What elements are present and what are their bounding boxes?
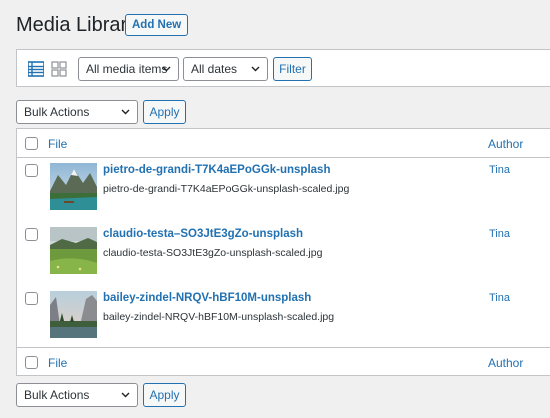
row-checkbox[interactable] xyxy=(25,164,38,177)
chevron-down-icon xyxy=(251,66,260,72)
dates-select[interactable]: All dates xyxy=(183,57,268,81)
dates-value: All dates xyxy=(191,62,238,76)
table-row: pietro-de-grandi-T7K4aEPoGGk-unsplash pi… xyxy=(17,129,550,210)
table-row: claudio-testa–SO3JtE3gZo-unsplash claudi… xyxy=(17,193,550,274)
chevron-down-icon xyxy=(121,392,130,398)
media-title-link[interactable]: claudio-testa–SO3JtE3gZo-unsplash xyxy=(103,228,303,240)
media-type-select[interactable]: All media items xyxy=(78,57,179,81)
author-link[interactable]: Tina xyxy=(489,164,510,176)
filter-button[interactable]: Filter xyxy=(273,57,312,81)
bulk-actions-select-bottom[interactable]: Bulk Actions xyxy=(16,383,138,407)
thumbnail-image[interactable] xyxy=(50,291,97,338)
apply-button-bottom[interactable]: Apply xyxy=(143,383,186,407)
apply-button-top[interactable]: Apply xyxy=(143,100,186,124)
media-type-value: All media items xyxy=(86,62,168,76)
table-row: bailey-zindel-NRQV-hBF10M-unsplash baile… xyxy=(17,257,550,338)
column-file[interactable]: File xyxy=(48,356,67,370)
bulk-actions-value: Bulk Actions xyxy=(24,105,90,119)
row-checkbox[interactable] xyxy=(25,292,38,305)
bulk-actions-value: Bulk Actions xyxy=(24,388,90,402)
media-filter-bar: All media items All dates Filter xyxy=(16,49,550,87)
media-title-link[interactable]: bailey-zindel-NRQV-hBF10M-unsplash xyxy=(103,292,311,304)
media-table: File Author pietro-de-grandi-T7K4aEPoGGk… xyxy=(16,128,550,376)
list-view-icon[interactable] xyxy=(28,61,44,77)
author-link[interactable]: Tina xyxy=(489,228,510,240)
column-author[interactable]: Author xyxy=(488,356,523,370)
select-all-checkbox[interactable] xyxy=(25,356,38,369)
media-title-link[interactable]: pietro-de-grandi-T7K4aEPoGGk-unsplash xyxy=(103,164,330,176)
media-filename: bailey-zindel-NRQV-hBF10M-unsplash-scale… xyxy=(103,311,335,323)
table-footer: File Author xyxy=(17,347,550,376)
row-checkbox[interactable] xyxy=(25,228,38,241)
page-title: Media Library xyxy=(16,14,138,36)
chevron-down-icon xyxy=(121,109,130,115)
bulk-actions-select-top[interactable]: Bulk Actions xyxy=(16,100,138,124)
author-link[interactable]: Tina xyxy=(489,292,510,304)
chevron-down-icon xyxy=(162,66,171,72)
grid-view-icon[interactable] xyxy=(51,61,67,77)
add-new-button[interactable]: Add New xyxy=(125,14,189,36)
